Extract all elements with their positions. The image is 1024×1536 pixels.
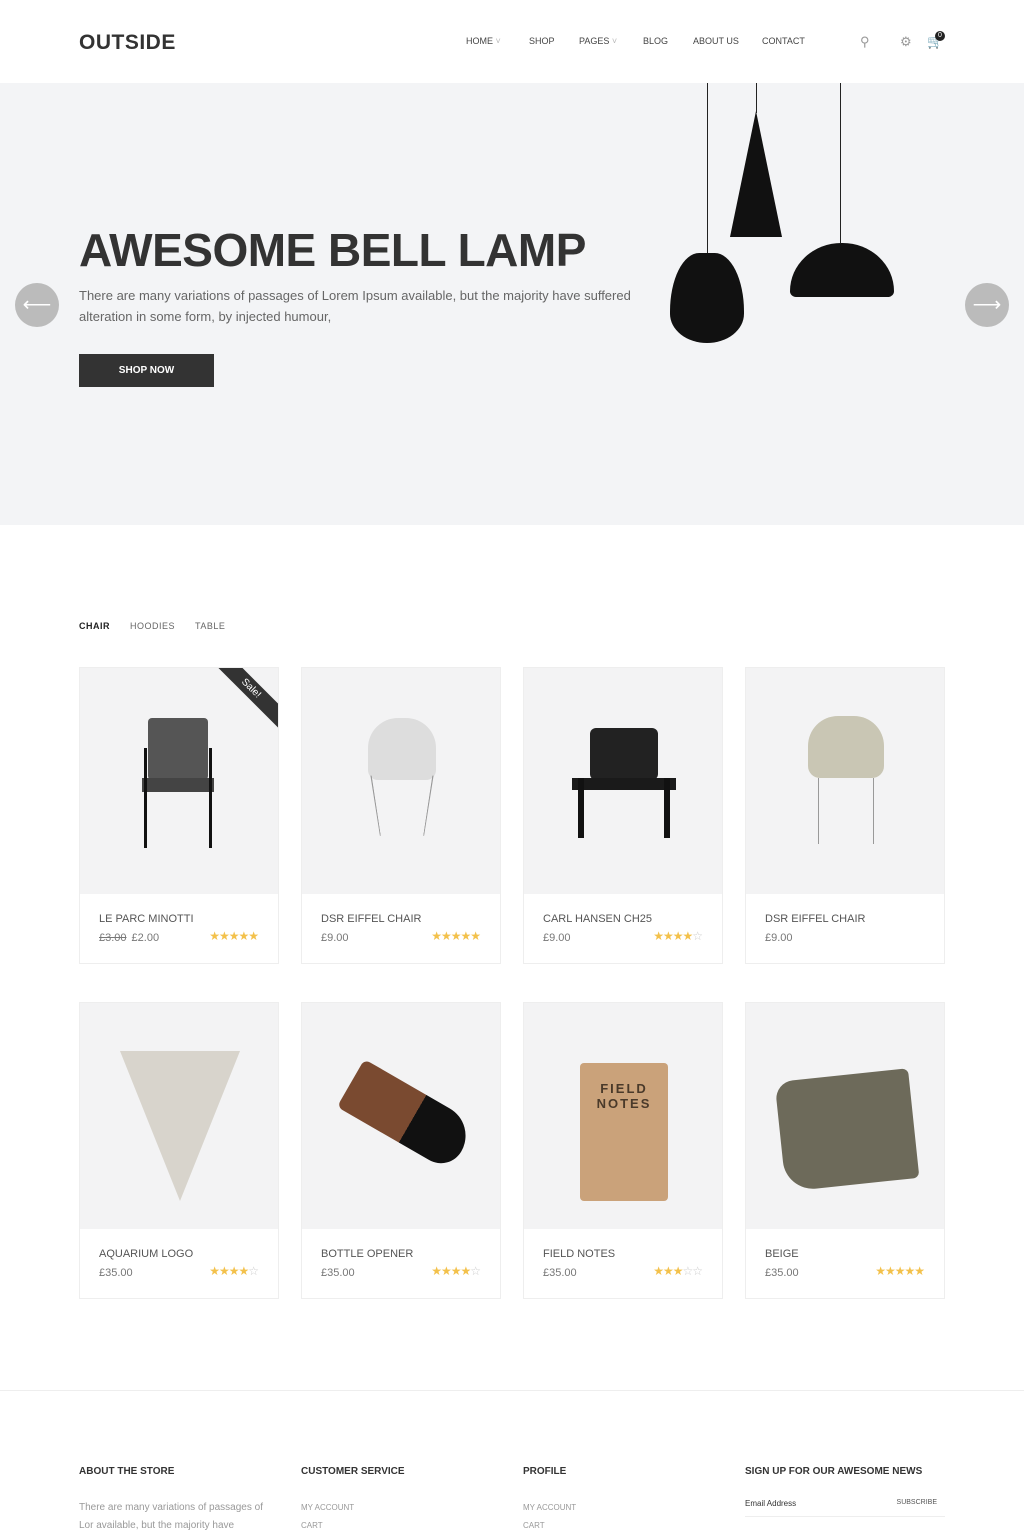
product-image[interactable]	[746, 668, 944, 894]
nav-shop[interactable]: SHOP	[529, 36, 555, 46]
search-icon[interactable]: ⚲	[860, 34, 870, 50]
current-price: £9.00	[765, 932, 793, 944]
nav-blog[interactable]: BLOG	[643, 36, 668, 46]
footer-link-my-account[interactable]: MY ACCOUNT	[301, 1499, 405, 1517]
nav-contact[interactable]: CONTACT	[762, 36, 805, 46]
nav-about[interactable]: ABOUT US	[693, 36, 739, 46]
tab-table[interactable]: TABLE	[195, 621, 225, 631]
product-image[interactable]	[746, 1003, 944, 1229]
star-rating: ★★★★☆	[209, 1264, 259, 1278]
field-notes-label: FIELD NOTES	[580, 1063, 668, 1201]
tab-hoodies[interactable]: HOODIES	[130, 621, 175, 631]
current-price: £2.00	[131, 932, 160, 944]
nav-home[interactable]: HOME ˅	[466, 36, 501, 46]
product-card[interactable]: CARL HANSEN CH25 £9.00 ★★★★☆	[523, 667, 723, 964]
product-card[interactable]: AQUARIUM LOGO £35.00 ★★★★☆	[79, 1002, 279, 1299]
shop-now-button[interactable]: SHOP NOW	[79, 354, 214, 387]
footer-about-text: There are many variations of passages of…	[79, 1502, 263, 1531]
chevron-down-icon: ˅	[611, 36, 618, 46]
star-rating: ★★★★★	[875, 1264, 925, 1278]
product-image[interactable]	[524, 668, 722, 894]
footer-link-cart[interactable]: CART	[301, 1517, 405, 1535]
tab-chair[interactable]: CHAIR	[79, 621, 110, 631]
product-image[interactable]: FIELD NOTES	[524, 1003, 722, 1229]
star-rating: ★★★★★	[209, 929, 259, 943]
product-name[interactable]: BEIGE	[765, 1248, 799, 1260]
current-price: £9.00	[321, 932, 349, 944]
email-placeholder: Email Address	[745, 1499, 797, 1508]
hero-slider: AWESOME BELL LAMP There are many variati…	[0, 83, 1024, 525]
product-price: £3.00 £2.00	[99, 932, 159, 944]
chevron-down-icon: ˅	[495, 36, 501, 46]
product-price: £9.00	[543, 932, 571, 944]
product-card[interactable]: BOTTLE OPENER £35.00 ★★★★☆	[301, 1002, 501, 1299]
product-price: £9.00	[321, 932, 349, 944]
product-image[interactable]	[302, 668, 500, 894]
cart-count-badge: 0	[935, 31, 945, 41]
product-image[interactable]	[302, 1003, 500, 1229]
product-card[interactable]: DSR EIFFEL CHAIR £9.00	[745, 667, 945, 964]
footer-service: CUSTOMER SERVICE MY ACCOUNT CART	[301, 1466, 405, 1535]
hero-text: There are many variations of passages of…	[79, 288, 631, 324]
nav-label: PAGES	[579, 36, 610, 46]
footer: ABOUT THE STORE There are many variation…	[0, 1390, 1024, 1536]
product-price: £9.00	[765, 932, 793, 944]
product-name[interactable]: FIELD NOTES	[543, 1248, 615, 1260]
footer-link-my-account[interactable]: MY ACCOUNT	[523, 1499, 576, 1517]
product-price: £35.00	[765, 1267, 799, 1279]
star-rating: ★★★★☆	[431, 1264, 481, 1278]
star-rating: ★★★★★	[431, 929, 481, 943]
product-name[interactable]: DSR EIFFEL CHAIR	[765, 913, 865, 925]
nav-pages[interactable]: PAGES ˅	[579, 36, 617, 46]
old-price: £3.00	[99, 932, 127, 944]
footer-heading: CUSTOMER SERVICE	[301, 1466, 405, 1477]
product-price: £35.00	[321, 1267, 355, 1279]
next-slide-arrow-icon[interactable]: ⟶	[965, 283, 1009, 327]
product-name[interactable]: LE PARC MINOTTI	[99, 913, 194, 925]
product-name[interactable]: AQUARIUM LOGO	[99, 1248, 193, 1260]
hero-title: AWESOME BELL LAMP	[79, 224, 586, 276]
current-price: £9.00	[543, 932, 571, 944]
product-card[interactable]: FIELD NOTES FIELD NOTES £35.00 ★★★☆☆	[523, 1002, 723, 1299]
footer-heading: ABOUT THE STORE	[79, 1466, 175, 1477]
star-rating: ★★★★☆	[653, 929, 703, 943]
current-price: £35.00	[99, 1267, 133, 1279]
product-image[interactable]	[80, 1003, 278, 1229]
product-name[interactable]: CARL HANSEN CH25	[543, 913, 652, 925]
sale-badge: Sale!	[206, 668, 278, 734]
footer-newsletter: SIGN UP FOR OUR AWESOME NEWS Email Addre…	[745, 1466, 945, 1517]
product-name[interactable]: DSR EIFFEL CHAIR	[321, 913, 421, 925]
prev-slide-arrow-icon[interactable]: ⟵	[15, 283, 59, 327]
product-card[interactable]: BEIGE £35.00 ★★★★★	[745, 1002, 945, 1299]
product-name[interactable]: BOTTLE OPENER	[321, 1248, 413, 1260]
gear-icon[interactable]: ⚙	[900, 34, 912, 50]
current-price: £35.00	[543, 1267, 577, 1279]
site-header: OUTSIDE HOME ˅ SHOP PAGES ˅ BLOG ABOUT U…	[0, 0, 1024, 83]
product-price: £35.00	[543, 1267, 577, 1279]
footer-about: ABOUT THE STORE There are many variation…	[79, 1466, 274, 1535]
logo[interactable]: OUTSIDE	[79, 31, 176, 55]
product-image[interactable]: Sale!	[80, 668, 278, 894]
nav-label: HOME	[466, 36, 493, 46]
subscribe-button[interactable]: SUBSCRIBE	[897, 1499, 937, 1506]
product-price: £35.00	[99, 1267, 133, 1279]
email-field[interactable]: Email Address SUBSCRIBE	[745, 1499, 945, 1517]
star-rating: ★★★☆☆	[653, 1264, 703, 1278]
current-price: £35.00	[765, 1267, 799, 1279]
footer-heading: SIGN UP FOR OUR AWESOME NEWS	[745, 1466, 923, 1477]
footer-profile: PROFILE MY ACCOUNT CART	[523, 1466, 576, 1535]
footer-heading: PROFILE	[523, 1466, 567, 1477]
product-card[interactable]: Sale! LE PARC MINOTTI £3.00 £2.00 ★★★★★	[79, 667, 279, 964]
footer-link-cart[interactable]: CART	[523, 1517, 576, 1535]
product-card[interactable]: DSR EIFFEL CHAIR £9.00 ★★★★★	[301, 667, 501, 964]
current-price: £35.00	[321, 1267, 355, 1279]
